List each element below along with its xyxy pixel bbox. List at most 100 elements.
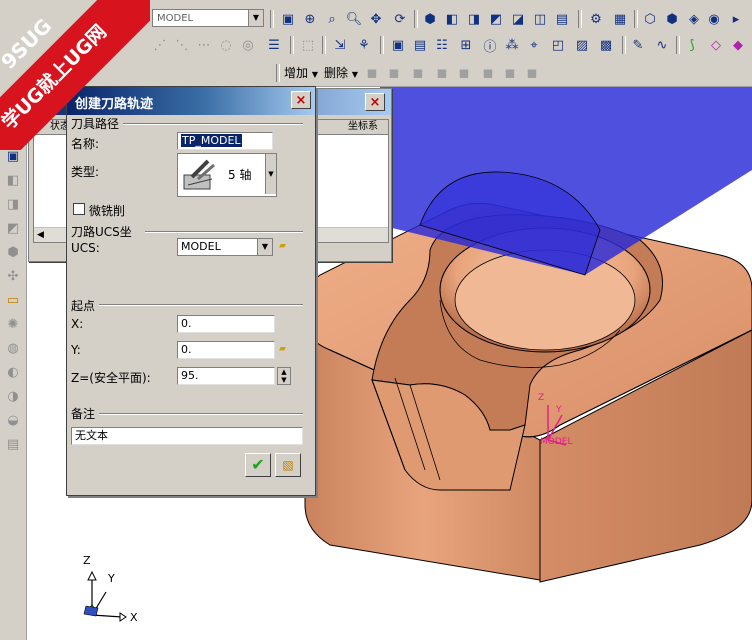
wireframe-icon[interactable]: ⬡: [640, 9, 660, 29]
curve-icon[interactable]: ∿: [652, 35, 672, 55]
left-tool-2-icon[interactable]: ◧: [2, 170, 24, 190]
group-notes-label: 备注: [71, 407, 96, 421]
surface-edit-icon[interactable]: ◆: [728, 35, 748, 55]
left-tool-5-icon[interactable]: ⬢: [2, 242, 24, 262]
model-combo[interactable]: MODEL ▼: [152, 9, 264, 27]
sketch-icon[interactable]: ✎: [628, 35, 648, 55]
ucs-dropdown-value: MODEL: [181, 240, 221, 253]
left-tool-12-icon[interactable]: ◒: [2, 410, 24, 430]
ucs-dropdown[interactable]: MODEL ▼: [177, 238, 273, 256]
layer-icon[interactable]: ▦: [610, 9, 630, 29]
model-axis-y-label: Y: [556, 405, 562, 415]
solid-icon[interactable]: ▩: [596, 35, 616, 55]
properties-icon[interactable]: ▣: [388, 35, 408, 55]
op-3-icon[interactable]: ◼: [408, 63, 428, 83]
zoom-in-icon[interactable]: ⌕: [322, 9, 342, 29]
type-label: 类型:: [71, 165, 100, 179]
micro-milling-label: 微铣削: [89, 204, 126, 218]
left-tool-6-icon[interactable]: ✣: [2, 266, 24, 286]
list-icon[interactable]: ☷: [432, 35, 452, 55]
col-coord-header[interactable]: 坐标系: [348, 120, 378, 134]
scroll-left-icon[interactable]: ◀: [37, 228, 44, 242]
watermark-band: [0, 0, 150, 150]
left-tool-9-icon[interactable]: ◍: [2, 338, 24, 358]
dialog-close-button[interactable]: ×: [291, 91, 311, 109]
snap-quad-icon[interactable]: ◎: [238, 35, 258, 55]
snap-end-icon[interactable]: ⋱: [172, 35, 192, 55]
box-icon[interactable]: ◰: [548, 35, 568, 55]
more-icon[interactable]: ▸: [726, 9, 746, 29]
snap-center-icon[interactable]: ◌: [216, 35, 236, 55]
cancel-button[interactable]: ▧: [275, 453, 301, 477]
fit-view-icon[interactable]: ▣: [278, 9, 298, 29]
info-icon[interactable]: ⓘ: [480, 35, 500, 55]
analysis-icon[interactable]: ⁂: [502, 35, 522, 55]
name-field[interactable]: TP_MODEL: [177, 132, 273, 150]
view-left-icon[interactable]: ◪: [508, 9, 528, 29]
model-axis-z-label: Z: [538, 393, 545, 403]
shaded-icon[interactable]: ⬢: [662, 9, 682, 29]
hidden-line-icon[interactable]: ◈: [684, 9, 704, 29]
cube-icon[interactable]: ▨: [572, 35, 592, 55]
type-select[interactable]: 5 轴 ▼: [177, 153, 277, 197]
op-5-icon[interactable]: ◼: [454, 63, 474, 83]
zoom-window-icon[interactable]: ⊕: [300, 9, 320, 29]
group-divider: [123, 123, 303, 125]
view-bottom-icon[interactable]: ▤: [552, 9, 572, 29]
left-tool-3-icon[interactable]: ◨: [2, 194, 24, 214]
display-options-icon[interactable]: ⚙: [586, 9, 606, 29]
x-field[interactable]: 0.: [177, 315, 275, 333]
document-icon[interactable]: ▤: [410, 35, 430, 55]
op-7-icon[interactable]: ◼: [500, 63, 520, 83]
ok-button[interactable]: ✔: [245, 453, 271, 477]
spline-icon[interactable]: ⟆: [682, 35, 702, 55]
measure-icon[interactable]: ⌖: [524, 35, 544, 55]
view-top-icon[interactable]: ◨: [464, 9, 484, 29]
view-right-icon[interactable]: ◩: [486, 9, 506, 29]
align-icon[interactable]: ☰: [264, 35, 284, 55]
delete-menu[interactable]: 删除 ▼: [324, 64, 358, 84]
left-tool-4-icon[interactable]: ◩: [2, 218, 24, 238]
notes-field[interactable]: 无文本: [71, 427, 303, 445]
dimension-icon[interactable]: ⊞: [456, 35, 476, 55]
left-tool-7-icon[interactable]: ▭: [2, 290, 24, 310]
z-field[interactable]: 95.: [177, 367, 275, 385]
group-ucs-label: 刀路UCS坐: [71, 225, 132, 239]
ucs-select-icon[interactable]: ▰: [279, 240, 289, 252]
left-tool-10-icon[interactable]: ◐: [2, 362, 24, 382]
cancel-icon: ▧: [282, 458, 294, 472]
chevron-down-icon: ▼: [257, 239, 272, 255]
surface-icon[interactable]: ◇: [706, 35, 726, 55]
view-iso-icon[interactable]: ⬢: [420, 9, 440, 29]
rotate-icon[interactable]: ⟳: [390, 9, 410, 29]
view-back-icon[interactable]: ◫: [530, 9, 550, 29]
op-6-icon[interactable]: ◼: [478, 63, 498, 83]
chevron-down-icon: ▼: [265, 154, 276, 194]
z-stepper[interactable]: ▲ ▼: [277, 367, 291, 385]
render-mode-icon[interactable]: ◉: [704, 9, 724, 29]
pan-icon[interactable]: ✥: [366, 9, 386, 29]
left-tool-13-icon[interactable]: ▤: [2, 434, 24, 454]
separator: [676, 36, 680, 54]
separator: [290, 36, 294, 54]
snap-icon[interactable]: ⋰: [150, 35, 170, 55]
op-8-icon[interactable]: ◼: [522, 63, 542, 83]
micro-milling-checkbox[interactable]: [73, 203, 85, 215]
magnify-icon[interactable]: 🔍︎: [344, 9, 364, 29]
left-tool-8-icon[interactable]: ✺: [2, 314, 24, 334]
left-tool-11-icon[interactable]: ◑: [2, 386, 24, 406]
z-label: Z=(安全平面):: [71, 371, 151, 385]
close-icon[interactable]: ×: [365, 93, 385, 111]
op-2-icon[interactable]: ◼: [384, 63, 404, 83]
op-1-icon[interactable]: ◼: [362, 63, 382, 83]
select-icon[interactable]: ⇲: [330, 35, 350, 55]
op-4-icon[interactable]: ◼: [432, 63, 452, 83]
filter-icon[interactable]: ⬚: [298, 35, 318, 55]
snap-mid-icon[interactable]: ⋯: [194, 35, 214, 55]
view-front-icon[interactable]: ◧: [442, 9, 462, 29]
y-field[interactable]: 0.: [177, 341, 275, 359]
chevron-down-icon: ▼: [248, 10, 263, 26]
tree-icon[interactable]: ⚘: [354, 35, 374, 55]
point-select-icon[interactable]: ▰: [279, 343, 289, 355]
add-menu[interactable]: 增加 ▼: [284, 64, 318, 84]
